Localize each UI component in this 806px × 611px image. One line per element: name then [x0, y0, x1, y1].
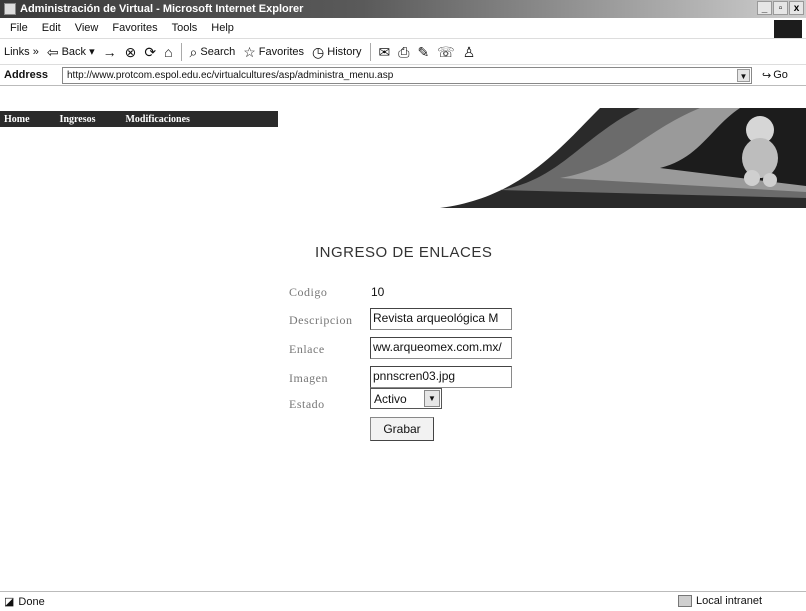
enlace-label: Enlace [289, 342, 325, 356]
status-bar: ◪ Done Local intranet [0, 591, 806, 611]
back-arrow-icon: ⇦ [46, 43, 59, 60]
search-icon: ⌕ [189, 43, 198, 60]
estado-select[interactable]: Activo ▼ [370, 388, 442, 409]
toolbar-separator [180, 42, 182, 61]
toolbar-separator [369, 42, 371, 61]
back-label: Back [61, 45, 87, 58]
menu-view[interactable]: View [75, 22, 99, 34]
standard-toolbar: Links » ⇦ Back ▾ → ⊗ ⟳ ⌂ ⌕ Search ☆ Favo… [0, 38, 806, 64]
edit-button[interactable]: ✎ [417, 45, 429, 59]
nav-ingresos[interactable]: Ingresos [60, 114, 96, 125]
stop-icon: ⊗ [124, 43, 137, 60]
mail-icon: ✉ [378, 43, 391, 60]
print-icon: ⎙ [398, 43, 410, 60]
menu-bar: File Edit View Favorites Tools Help [0, 18, 806, 38]
ie-app-icon [4, 3, 16, 15]
window-title: Administración de Virtual - Microsoft In… [20, 3, 304, 15]
go-label: Go [773, 69, 788, 81]
address-url: http://www.protcom.espol.edu.ec/virtualc… [67, 69, 394, 81]
status-text: Done [18, 595, 45, 608]
nav-modificaciones[interactable]: Modificaciones [125, 114, 189, 125]
menu-tools[interactable]: Tools [172, 22, 198, 34]
discuss-icon: ☏ [437, 43, 455, 60]
back-dropdown-icon[interactable]: ▾ [89, 45, 95, 58]
favorites-button[interactable]: ☆ Favorites [243, 45, 304, 59]
imagen-label: Imagen [289, 371, 328, 385]
intranet-icon [677, 595, 692, 607]
figurine-image [742, 116, 778, 187]
menu-edit[interactable]: Edit [42, 22, 61, 34]
enlace-input[interactable]: ww.arqueomex.com.mx/ [370, 337, 512, 359]
edit-icon: ✎ [417, 43, 430, 60]
address-dropdown-icon[interactable]: ▼ [737, 68, 750, 82]
address-label: Address [4, 69, 49, 81]
home-icon: ⌂ [164, 43, 173, 60]
nav-home[interactable]: Home [4, 114, 30, 125]
zone-indicator: Local intranet [677, 595, 762, 607]
menu-help[interactable]: Help [211, 22, 234, 34]
refresh-icon: ⟳ [144, 43, 157, 60]
forward-button[interactable]: → [103, 45, 117, 59]
history-button[interactable]: ◷ History [312, 45, 361, 59]
home-button[interactable]: ⌂ [164, 45, 172, 59]
minimize-button[interactable]: _ [757, 1, 772, 15]
print-button[interactable]: ⎙ [398, 45, 409, 59]
maximize-button[interactable]: ▫ [773, 1, 788, 15]
search-button[interactable]: ⌕ Search [190, 45, 236, 59]
refresh-button[interactable]: ⟳ [144, 45, 156, 59]
messenger-button[interactable]: ♙ [463, 45, 476, 59]
descripcion-label: Descripcion [289, 313, 353, 327]
favorites-label: Favorites [258, 45, 305, 58]
go-button[interactable]: ↪ Go [762, 69, 788, 82]
mail-button[interactable]: ✉ [379, 45, 391, 59]
go-arrow-icon: ↪ [762, 69, 772, 82]
messenger-icon: ♙ [462, 43, 476, 60]
window-controls: _ ▫ x [757, 1, 804, 15]
zone-label: Local intranet [695, 595, 762, 607]
site-nav: Home Ingresos Modificaciones [0, 111, 278, 127]
forward-arrow-icon: → [102, 43, 117, 60]
history-icon: ◷ [312, 43, 325, 60]
descripcion-input[interactable]: Revista arqueológica M [370, 308, 512, 330]
page-content: INGRESO DE ENLACES Codigo 10 Descripcion… [0, 208, 806, 583]
close-button[interactable]: x [789, 1, 804, 15]
menu-file[interactable]: File [10, 22, 28, 34]
imagen-input[interactable]: pnnscren03.jpg [370, 366, 512, 388]
window-titlebar: Administración de Virtual - Microsoft In… [0, 0, 806, 18]
chevron-down-icon[interactable]: ▼ [424, 390, 440, 407]
page-done-icon: ◪ [4, 596, 15, 608]
address-bar: Address http://www.protcom.espol.edu.ec/… [0, 64, 806, 86]
stop-button[interactable]: ⊗ [125, 45, 137, 59]
estado-selected-value: Activo [374, 391, 407, 406]
windows-logo-icon [774, 20, 802, 38]
search-label: Search [200, 45, 236, 58]
history-label: History [327, 45, 362, 58]
codigo-label: Codigo [289, 285, 328, 299]
links-button[interactable]: Links » [4, 46, 39, 58]
codigo-value: 10 [371, 285, 385, 299]
back-button[interactable]: ⇦ Back ▾ [47, 45, 95, 59]
favorites-icon: ☆ [243, 43, 256, 60]
estado-label: Estado [289, 397, 325, 411]
menu-favorites[interactable]: Favorites [112, 22, 157, 34]
page-title: INGRESO DE ENLACES [315, 244, 493, 261]
address-input[interactable]: http://www.protcom.espol.edu.ec/virtualc… [62, 66, 752, 84]
grabar-button[interactable]: Grabar [370, 417, 434, 441]
discuss-button[interactable]: ☏ [437, 45, 455, 59]
